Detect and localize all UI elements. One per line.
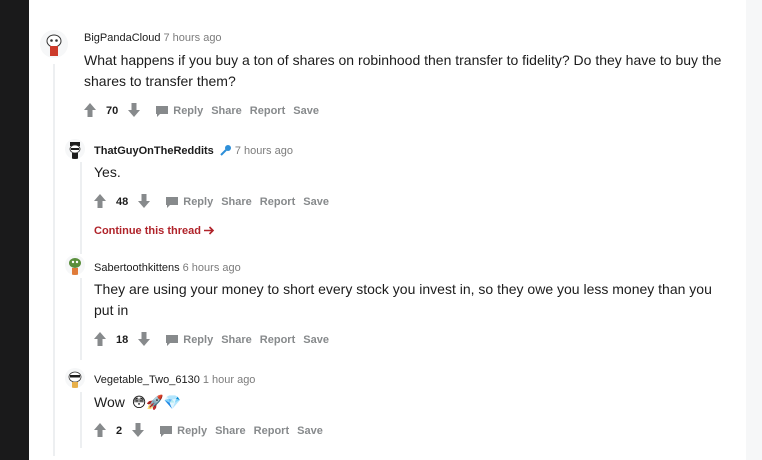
comment-body: Wow 😳🚀💎	[94, 392, 181, 413]
upvote-icon[interactable]	[94, 422, 106, 440]
reply-button[interactable]: Reply	[156, 105, 203, 117]
thread-line-level2[interactable]	[80, 162, 82, 254]
comment-icon	[156, 105, 169, 117]
avatar[interactable]	[65, 368, 85, 388]
comment-meta: ThatGuyOnTheReddits 7 hours ago	[94, 144, 293, 157]
comment-body: What happens if you buy a ton of shares …	[84, 52, 722, 89]
timestamp[interactable]: 7 hours ago	[235, 145, 293, 157]
reply-label: Reply	[177, 425, 208, 437]
reply-button[interactable]: Reply	[166, 334, 213, 346]
share-button[interactable]: Share	[215, 425, 246, 437]
share-button[interactable]: Share	[221, 334, 252, 346]
continue-thread-link[interactable]: Continue this thread	[94, 225, 215, 237]
report-button[interactable]: Report	[260, 334, 295, 346]
thread-line-level2b[interactable]	[80, 278, 82, 360]
arrow-right-icon	[204, 226, 215, 235]
comment-icon	[166, 196, 179, 208]
reply-label: Reply	[173, 105, 204, 117]
comment-body: Yes.	[94, 164, 121, 180]
username[interactable]: BigPandaCloud	[84, 32, 160, 44]
comment-icon	[160, 425, 173, 437]
upvote-icon[interactable]	[84, 102, 96, 120]
username[interactable]: Vegetable_Two_6130	[94, 374, 200, 386]
save-button[interactable]: Save	[303, 196, 329, 208]
thread-line-level1[interactable]	[53, 64, 55, 456]
reply-button[interactable]: Reply	[160, 425, 207, 437]
comment-actions: 2 Reply Share Report Save	[94, 420, 323, 442]
comment-actions: 48 Reply Share Report Save	[94, 191, 329, 213]
downvote-icon[interactable]	[138, 331, 151, 349]
report-button[interactable]: Report	[260, 196, 295, 208]
comment-meta: Sabertoothkittens 6 hours ago	[94, 262, 241, 274]
timestamp[interactable]: 1 hour ago	[203, 374, 256, 386]
vote-score: 2	[116, 425, 123, 437]
reply-label: Reply	[183, 196, 214, 208]
comment-actions: 70 Reply Share Report Save	[84, 100, 319, 122]
save-button[interactable]: Save	[293, 105, 319, 117]
downvote-icon[interactable]	[128, 102, 141, 120]
vote-score: 70	[106, 105, 119, 117]
comment-actions: 18 Reply Share Report Save	[94, 329, 329, 351]
emoji-group: 😳🚀💎	[131, 394, 182, 410]
comment-meta: Vegetable_Two_6130 1 hour ago	[94, 374, 255, 386]
comment-body: They are using your money to short every…	[94, 281, 712, 318]
upvote-icon[interactable]	[94, 193, 106, 211]
timestamp[interactable]: 6 hours ago	[183, 262, 241, 274]
thread-line-level2c[interactable]	[80, 392, 82, 448]
timestamp[interactable]: 7 hours ago	[163, 32, 221, 44]
reply-button[interactable]: Reply	[166, 196, 213, 208]
comment-meta: BigPandaCloud 7 hours ago	[84, 32, 222, 44]
avatar[interactable]	[65, 255, 85, 275]
upvote-icon[interactable]	[94, 331, 106, 349]
report-button[interactable]: Report	[254, 425, 289, 437]
left-dark-sidebar	[0, 0, 29, 460]
share-button[interactable]: Share	[221, 196, 252, 208]
downvote-icon[interactable]	[138, 193, 151, 211]
reply-label: Reply	[183, 334, 214, 346]
comment-text: Wow	[94, 394, 125, 410]
continue-thread-label: Continue this thread	[94, 225, 201, 237]
vote-score: 18	[116, 334, 129, 346]
downvote-icon[interactable]	[132, 422, 145, 440]
avatar[interactable]	[40, 30, 68, 58]
username[interactable]: ThatGuyOnTheReddits	[94, 145, 214, 157]
comment-icon	[166, 334, 179, 346]
username[interactable]: Sabertoothkittens	[94, 262, 180, 274]
report-button[interactable]: Report	[250, 105, 285, 117]
microphone-icon	[220, 145, 231, 156]
right-gutter	[746, 0, 762, 460]
save-button[interactable]: Save	[303, 334, 329, 346]
share-button[interactable]: Share	[211, 105, 242, 117]
vote-score: 48	[116, 196, 129, 208]
avatar[interactable]	[65, 139, 85, 159]
save-button[interactable]: Save	[297, 425, 323, 437]
